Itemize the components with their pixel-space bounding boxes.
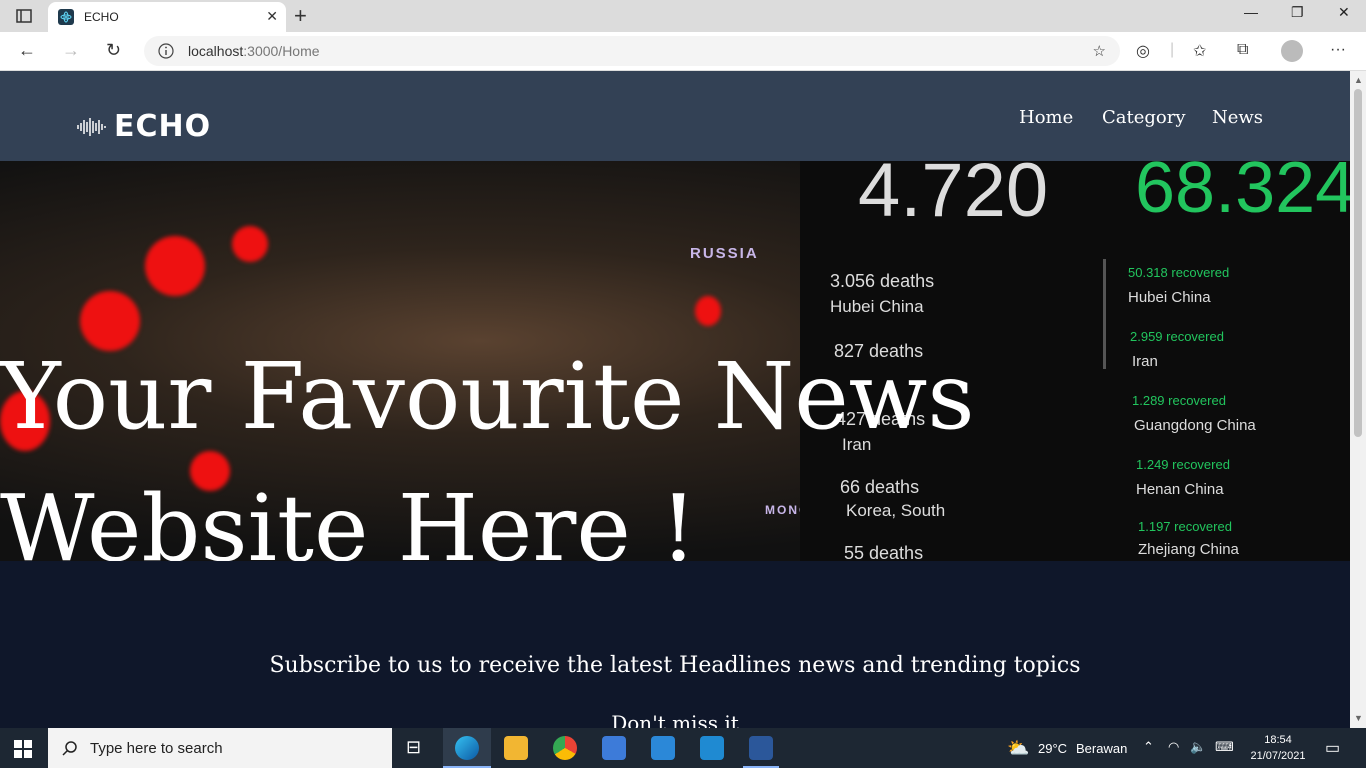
hero-line-2: Website Here ! [0, 475, 698, 561]
nav-home[interactable]: Home [1019, 107, 1073, 128]
stat-big-right: 68.324 [1135, 161, 1350, 228]
panel-divider [1103, 259, 1106, 369]
new-tab-icon[interactable]: + [294, 4, 307, 28]
map-label-russia: RUSSIA [690, 245, 759, 262]
search-icon [62, 741, 77, 756]
recovered-place: Iran [1132, 353, 1158, 370]
map-dot [695, 296, 721, 326]
info-icon [158, 43, 174, 59]
toolbar-divider: | [1170, 41, 1175, 58]
soundwave-icon [77, 117, 106, 136]
chevron-up-icon[interactable]: ⌃ [1143, 739, 1154, 755]
windows-taskbar: Type here to search ⊟ ⛅ 29°C Berawan ⌃ ◠… [0, 728, 1366, 768]
collections-icon[interactable]: ⧉ [1237, 41, 1248, 59]
recovered-count: 1.289 recovered [1132, 393, 1226, 408]
scroll-down-icon[interactable]: ▼ [1354, 713, 1363, 723]
recovered-count: 1.249 recovered [1136, 457, 1230, 472]
windows-start-icon[interactable] [14, 740, 32, 763]
file-explorer-icon[interactable] [504, 736, 528, 760]
recovered-place: Guangdong China [1134, 417, 1256, 434]
wifi-icon[interactable]: ◠ [1168, 739, 1179, 755]
death-count: 3.056 deaths [830, 271, 935, 291]
chrome-icon[interactable] [553, 736, 577, 760]
immersive-reader-icon[interactable]: ◎ [1136, 41, 1150, 61]
add-favorite-icon[interactable]: ☆ [1093, 42, 1106, 60]
forward-icon[interactable]: → [62, 40, 80, 61]
minimize-icon[interactable]: — [1244, 4, 1258, 20]
profile-avatar[interactable] [1281, 40, 1303, 62]
notification-icon[interactable]: ▭ [1325, 738, 1340, 758]
subscribe-text: Subscribe to us to receive the latest He… [269, 653, 1081, 678]
taskbar-search[interactable]: Type here to search [48, 728, 392, 768]
close-window-icon[interactable]: ✕ [1338, 4, 1350, 21]
clock-date: 21/07/2021 [1250, 750, 1306, 762]
address-bar-row: ← → ↻ localhost:3000/Home ☆ ◎ | ✩ ⧉ ··· [0, 32, 1366, 71]
clock-time: 18:54 [1264, 734, 1292, 746]
close-tab-icon[interactable]: ✕ [266, 8, 278, 25]
stat-big-left: 4.720 [858, 161, 1049, 233]
volume-icon[interactable]: 🔈 [1190, 739, 1206, 755]
react-icon [58, 9, 74, 25]
system-clock[interactable]: 18:54 21/07/2021 [1244, 732, 1312, 764]
url-field[interactable]: localhost:3000/Home ☆ [144, 36, 1120, 66]
weather-icon[interactable]: ⛅ [1007, 738, 1029, 759]
recovered-count: 50.318 recovered [1128, 265, 1230, 280]
recovered-place: Zhejiang China [1138, 541, 1239, 558]
task-view-icon[interactable]: ⊟ [406, 737, 430, 761]
tab-actions-icon[interactable] [12, 6, 36, 26]
hero-headline: Your Favourite News Website Here ! [0, 331, 975, 561]
nav-category[interactable]: Category [1102, 107, 1186, 128]
url-path: :3000/Home [243, 43, 320, 59]
mail-icon[interactable] [651, 736, 675, 760]
hero-banner: RUSSIA MONGO 4.720 68.324 3.056 deaths H… [0, 161, 1350, 561]
browser-tab-bar: ECHO ✕ + — ❐ ✕ [0, 0, 1366, 32]
dont-miss-text: Don't miss it [611, 711, 739, 728]
recovered-place: Hubei China [1128, 289, 1211, 306]
vscode-icon[interactable] [700, 736, 724, 760]
recovered-count: 1.197 recovered [1138, 519, 1232, 534]
back-icon[interactable]: ← [18, 40, 36, 61]
map-dot [145, 236, 205, 296]
nav-news[interactable]: News [1212, 107, 1263, 128]
refresh-icon[interactable]: ↻ [106, 40, 121, 61]
favorites-icon[interactable]: ✩ [1193, 41, 1206, 61]
map-dot [232, 226, 268, 262]
recovered-count: 2.959 recovered [1130, 329, 1224, 344]
death-place: Hubei China [830, 297, 924, 316]
search-placeholder: Type here to search [90, 739, 223, 757]
keyboard-icon[interactable]: ⌨ [1215, 739, 1234, 755]
site-logo[interactable]: ECHO [76, 109, 211, 144]
edge-icon[interactable] [455, 736, 479, 760]
site-navbar: ECHO Home Category News [0, 71, 1350, 161]
scroll-up-icon[interactable]: ▲ [1354, 75, 1363, 85]
browser-tab[interactable]: ECHO ✕ [48, 2, 286, 32]
restore-icon[interactable]: ❐ [1291, 4, 1304, 21]
hero-line-1: Your Favourite News [0, 343, 975, 450]
more-menu-icon[interactable]: ··· [1330, 41, 1346, 59]
page-scrollbar[interactable]: ▲ ▼ [1350, 71, 1366, 728]
tab-title: ECHO [84, 10, 119, 24]
word-icon[interactable] [749, 736, 773, 760]
store-icon[interactable] [602, 736, 626, 760]
logo-text: ECHO [114, 109, 212, 144]
weather-temp[interactable]: 29°C [1038, 741, 1067, 756]
weather-desc[interactable]: Berawan [1076, 741, 1127, 756]
url-host: localhost [188, 43, 244, 59]
scrollbar-thumb[interactable] [1354, 89, 1362, 437]
recovered-place: Henan China [1136, 481, 1224, 498]
web-page: ECHO Home Category News RUSSIA MONGO 4.7… [0, 71, 1350, 728]
